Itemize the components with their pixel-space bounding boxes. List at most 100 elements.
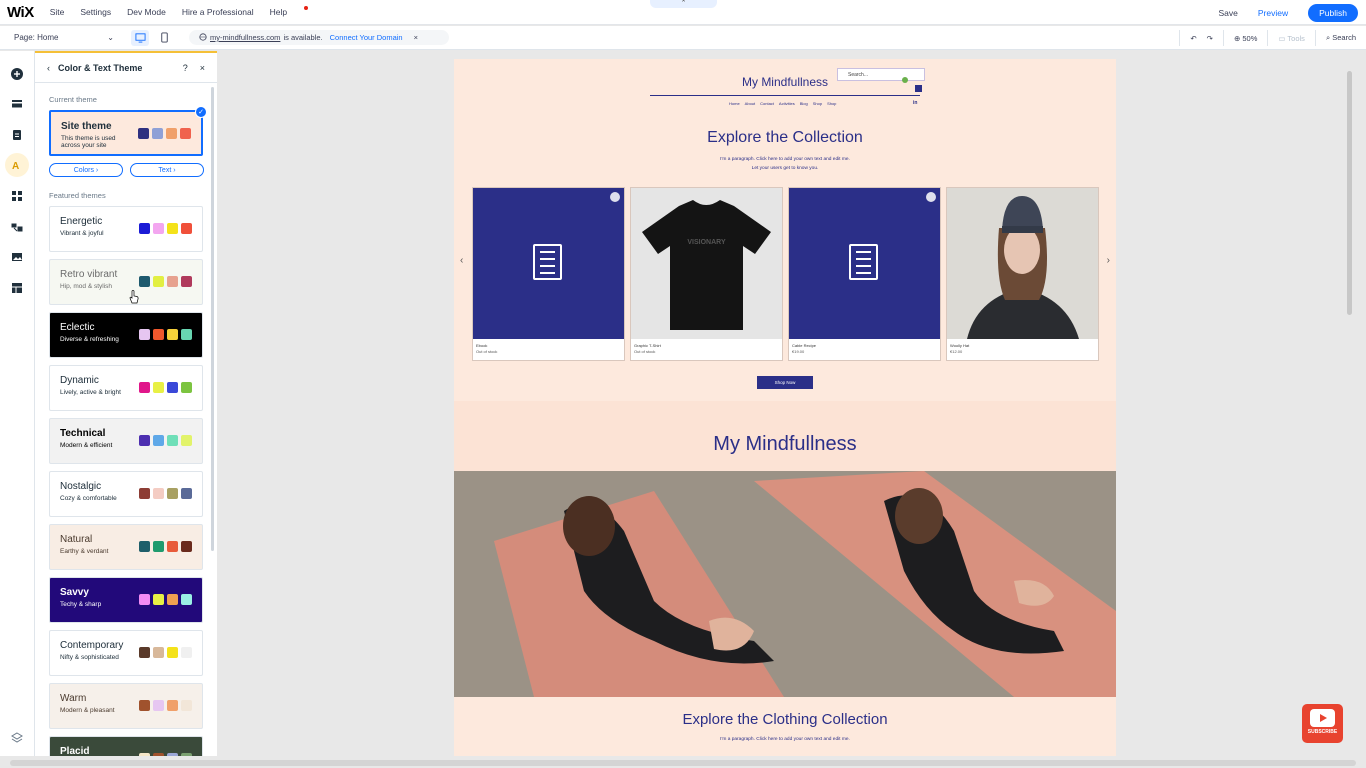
svg-text:A: A — [12, 161, 19, 171]
member-avatar[interactable] — [902, 77, 908, 83]
site-nav: Home About Contact Activities Blog Shop … — [729, 101, 836, 106]
domain-url[interactable]: my-mindfullness.com — [210, 33, 280, 42]
business-tools-icon[interactable] — [9, 219, 25, 235]
cart-icon[interactable] — [915, 85, 922, 92]
panel-scrollbar[interactable] — [211, 87, 214, 551]
horizontal-scrollbar[interactable] — [10, 760, 1356, 766]
connect-domain-link[interactable]: Connect Your Domain — [330, 33, 403, 42]
nav-shop[interactable]: Shop — [813, 101, 822, 106]
theme-card[interactable]: Dynamic Lively, active & bright — [49, 365, 203, 411]
menu-help[interactable]: Help — [269, 6, 309, 17]
theme-card[interactable]: Eclectic Diverse & refreshing — [49, 312, 203, 358]
desktop-view-icon[interactable] — [131, 29, 149, 46]
theme-card[interactable]: Retro vibrant Hip, mod & stylish — [49, 259, 203, 305]
color-swatch — [181, 382, 192, 393]
color-swatch — [138, 128, 149, 139]
site-title[interactable]: My Mindfullness — [454, 75, 1116, 89]
linkedin-icon[interactable]: in — [913, 100, 917, 106]
search-button[interactable]: ⌕ Search — [1326, 33, 1356, 43]
theme-card[interactable]: Savvy Techy & sharp — [49, 577, 203, 623]
collection-heading[interactable]: Explore the Collection — [454, 129, 1116, 147]
sections-icon[interactable] — [9, 96, 25, 112]
divider — [1179, 30, 1181, 46]
nav-shop-2[interactable]: Shop — [827, 101, 836, 106]
help-icon[interactable]: ? — [183, 63, 188, 73]
menu-help-label: Help — [269, 7, 288, 17]
mobile-view-icon[interactable] — [155, 30, 173, 46]
menu-site[interactable]: Site — [50, 7, 65, 17]
add-elements-icon[interactable] — [9, 66, 25, 82]
tools-button[interactable]: ▭ Tools — [1278, 34, 1305, 43]
shop-now-button[interactable]: Shop Now — [757, 376, 813, 389]
theme-card[interactable]: Natural Earthy & verdant — [49, 524, 203, 570]
cms-icon[interactable] — [9, 280, 25, 296]
menu-settings[interactable]: Settings — [80, 7, 111, 17]
product-image — [473, 188, 624, 339]
product-card[interactable]: Cable Recipe €19.00 — [788, 187, 941, 361]
colors-button-label: Colors — [73, 166, 94, 174]
site-search-input[interactable]: Search... — [837, 68, 925, 81]
color-swatch — [153, 700, 164, 711]
quick-view-icon[interactable] — [610, 192, 620, 202]
publish-button[interactable]: Publish — [1308, 4, 1358, 22]
redo-icon[interactable]: ↷ — [1207, 34, 1213, 43]
strip-title[interactable]: My Mindfullness — [454, 433, 1116, 456]
theme-swatches — [139, 753, 192, 756]
pages-icon[interactable] — [9, 127, 25, 143]
theme-card[interactable]: Contemporary Nifty & sophisticated — [49, 630, 203, 676]
undo-icon[interactable]: ↶ — [1190, 34, 1196, 43]
nav-home[interactable]: Home — [729, 101, 740, 106]
text-button[interactable]: Text › — [130, 163, 204, 177]
canvas-scrollbar[interactable] — [1347, 71, 1352, 315]
color-swatch — [139, 223, 150, 234]
close-icon[interactable]: × — [200, 63, 205, 73]
current-theme-card[interactable]: Site theme This theme is used across you… — [49, 106, 207, 156]
clothing-collection-paragraph[interactable]: I'm a paragraph. Click here to add your … — [454, 737, 1116, 742]
notification-dot — [304, 6, 309, 10]
media-icon[interactable] — [9, 249, 25, 265]
collection-paragraph[interactable]: I'm a paragraph. Click here to add your … — [454, 155, 1116, 173]
theme-card[interactable]: Nostalgic Cozy & comfortable — [49, 471, 203, 517]
save-button[interactable]: Save — [1219, 8, 1238, 18]
zoom-icon: ⊕ — [1233, 33, 1241, 43]
nav-contact[interactable]: Contact — [760, 101, 774, 106]
site-page[interactable]: My Mindfullness Search... Home About Con… — [454, 59, 1116, 756]
layers-icon[interactable] — [9, 730, 25, 746]
back-icon[interactable]: ‹ — [47, 63, 50, 73]
subscribe-badge[interactable]: SUBSCRIBE — [1302, 704, 1343, 743]
gallery-next-arrow[interactable]: › — [1107, 255, 1110, 266]
page-selector[interactable]: Page: Home ⌄ — [14, 33, 114, 42]
product-card[interactable]: Ebook Out of stock — [472, 187, 625, 361]
collapse-toolbar-tab[interactable]: ⌃ — [650, 0, 717, 8]
theme-swatches — [139, 700, 192, 711]
theme-card[interactable]: Warm Modern & pleasant — [49, 683, 203, 729]
color-swatch — [167, 753, 178, 756]
gallery-prev-arrow[interactable]: ‹ — [460, 255, 463, 266]
chevron-right-icon: › — [173, 166, 176, 174]
preview-button[interactable]: Preview — [1258, 8, 1288, 18]
close-icon[interactable]: × — [414, 33, 418, 42]
nav-activities[interactable]: Activities — [779, 101, 795, 106]
color-swatch — [181, 541, 192, 552]
theme-card[interactable]: Technical Modern & efficient — [49, 418, 203, 464]
theme-icon[interactable]: A — [5, 153, 29, 177]
theme-card[interactable]: Energetic Vibrant & joyful — [49, 206, 203, 252]
search-label: Search — [1332, 33, 1356, 42]
wix-logo[interactable]: WiX — [7, 4, 34, 21]
product-card[interactable]: Woolly Hat €12.00 — [946, 187, 1099, 361]
product-name: Cable Recipe — [792, 343, 817, 348]
clothing-collection-heading[interactable]: Explore the Clothing Collection — [454, 711, 1116, 728]
color-swatch — [153, 647, 164, 658]
menu-hire-professional[interactable]: Hire a Professional — [182, 7, 254, 17]
product-card[interactable]: VISIONARY Graphic T-Shirt Out of stock — [630, 187, 783, 361]
menu-dev-mode[interactable]: Dev Mode — [127, 7, 166, 17]
nav-about[interactable]: About — [745, 101, 755, 106]
zoom-control[interactable]: ⊕ 50% — [1234, 34, 1257, 43]
theme-description: This theme is used across your site — [61, 135, 116, 149]
nav-blog[interactable]: Blog — [800, 101, 808, 106]
apps-icon[interactable] — [9, 188, 25, 204]
quick-view-icon[interactable] — [926, 192, 936, 202]
theme-card[interactable]: Placid — [49, 736, 203, 756]
yoga-photo[interactable] — [454, 471, 1116, 697]
colors-button[interactable]: Colors › — [49, 163, 123, 177]
